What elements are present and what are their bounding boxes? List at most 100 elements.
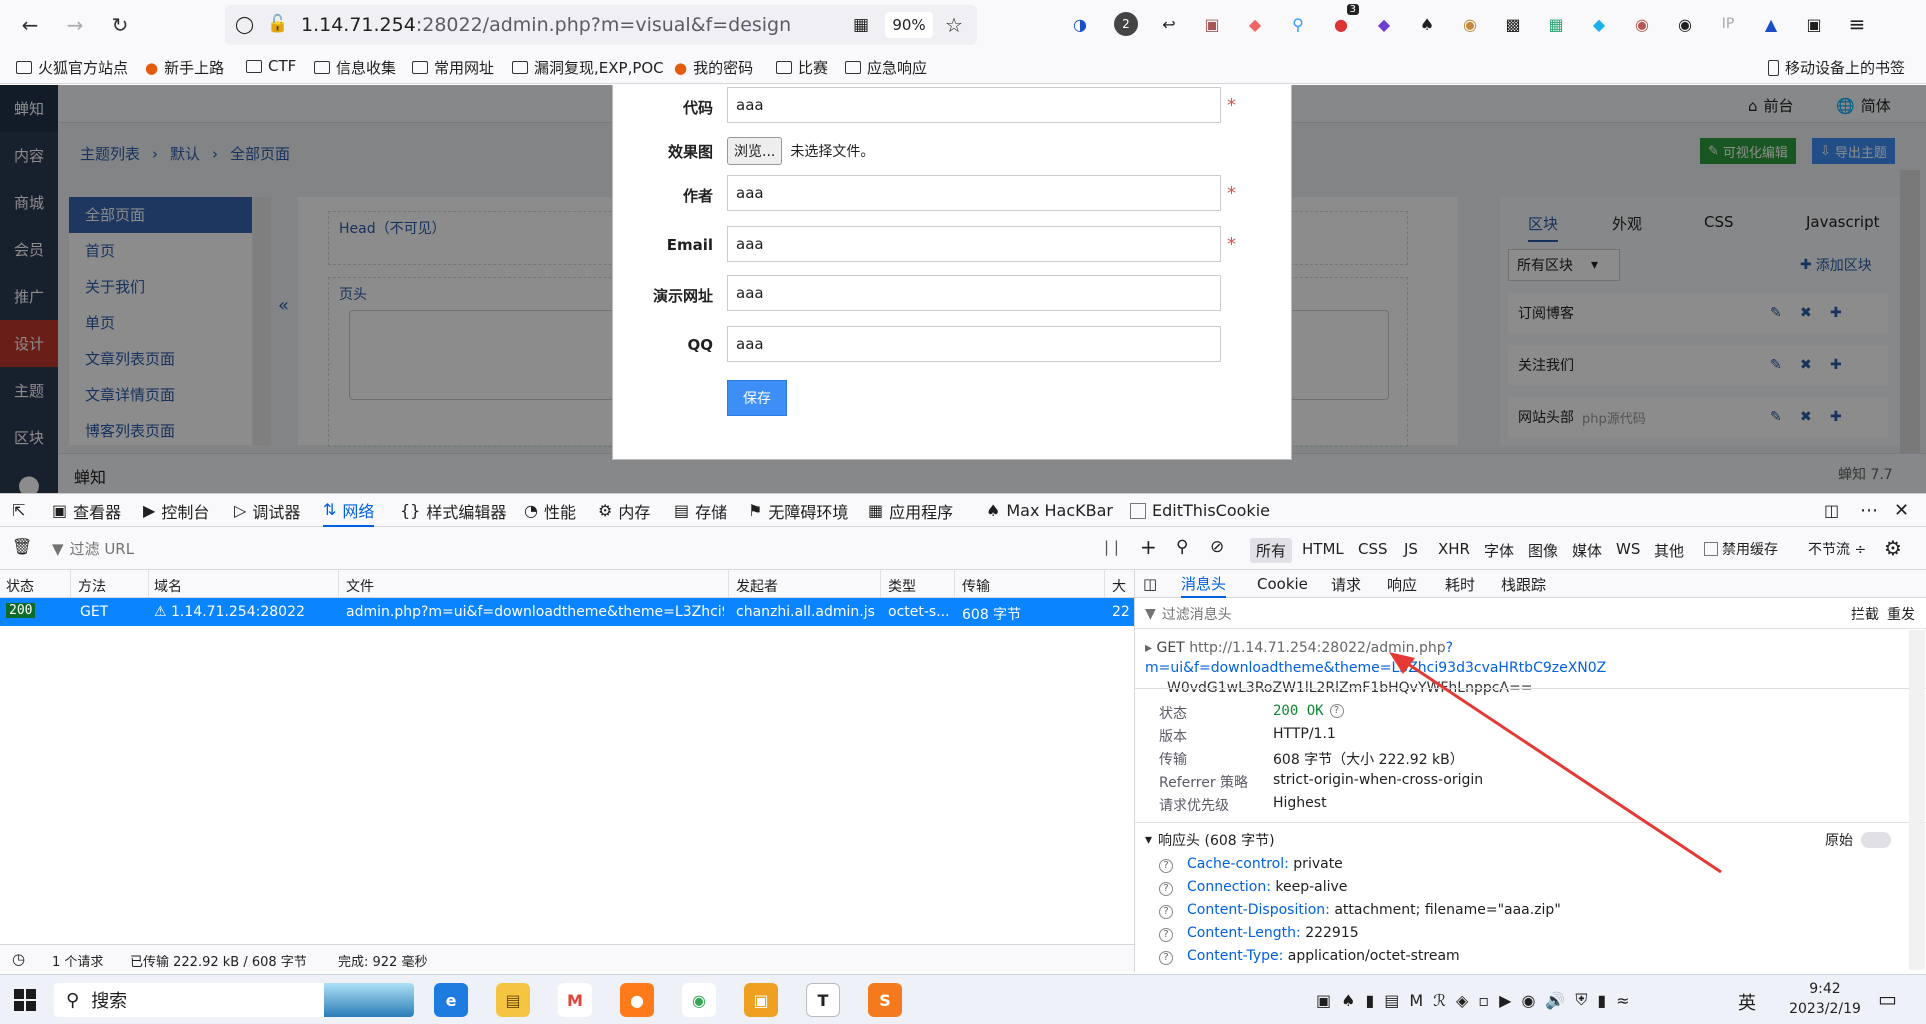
filter-url-input[interactable]: ▼ 过滤 URL <box>52 538 134 559</box>
tab-console[interactable]: ▶ 控制台 <box>143 494 209 527</box>
shield-icon[interactable]: ◯ <box>235 15 254 35</box>
response-header-row[interactable]: ? Connection: keep-alive <box>1159 879 1347 896</box>
search-icon[interactable]: ⚲ <box>1176 537 1188 557</box>
wifi-icon[interactable]: ≈ <box>1616 991 1629 1010</box>
tray-video-icon[interactable]: ▶ <box>1499 991 1511 1010</box>
ime-indicator[interactable]: 英 <box>1738 989 1756 1015</box>
url-bar[interactable]: ◯ 🔓 1.14.71.254:28022/admin.php?m=visual… <box>225 5 977 45</box>
column-domain[interactable]: 域名 <box>154 576 182 596</box>
detail-scrollbar[interactable] <box>1909 630 1925 970</box>
battery-icon[interactable]: ▮ <box>1597 991 1606 1010</box>
tray-cat-icon[interactable]: ♠ <box>1341 991 1355 1010</box>
response-header-row[interactable]: ? Content-Type: application/octet-stream <box>1159 948 1460 965</box>
type-filter-other[interactable]: 其他 <box>1648 538 1690 563</box>
sidebar-toggle-icon[interactable]: ◫ <box>1143 570 1157 598</box>
type-filter-all[interactable]: 所有 <box>1250 538 1293 563</box>
tab-accessibility[interactable]: ⚑ 无障碍环境 <box>748 494 848 527</box>
tab-style-editor[interactable]: {} 样式编辑器 <box>400 494 506 527</box>
zoom-level[interactable]: 90% <box>885 12 933 38</box>
back-arrow-icon[interactable]: ← <box>16 11 44 39</box>
tab-request[interactable]: 请求 <box>1331 570 1361 598</box>
extension-moon-icon[interactable]: ◑ <box>1068 12 1092 36</box>
bookmark-item[interactable]: 漏洞复现,EXP,POC <box>512 57 664 78</box>
virtualbox-icon[interactable]: ▣ <box>744 983 778 1017</box>
qq-field[interactable]: aaa <box>727 326 1221 362</box>
type-filter-css[interactable]: CSS <box>1352 538 1394 560</box>
qr-code-icon[interactable]: ▦ <box>853 15 869 35</box>
gear-icon[interactable]: ⚙ <box>1884 536 1902 560</box>
bookmark-item[interactable]: 常用网址 <box>412 57 494 78</box>
tab-editthiscookie[interactable]: EditThisCookie <box>1130 494 1270 527</box>
gmail-icon[interactable]: M <box>558 983 592 1017</box>
code-field[interactable]: aaa <box>727 87 1221 123</box>
typora-icon[interactable]: T <box>806 983 840 1017</box>
file-explorer-icon[interactable]: ▤ <box>496 983 530 1017</box>
extension-ip-icon[interactable]: IP <box>1716 12 1740 36</box>
browse-button[interactable]: 浏览... <box>727 137 783 165</box>
tab-storage[interactable]: ▤ 存储 <box>674 494 727 527</box>
bookmark-item[interactable]: 应急响应 <box>845 57 927 78</box>
help-icon[interactable]: ? <box>1329 704 1344 718</box>
extensions-puzzle-icon[interactable]: ▣ <box>1802 12 1826 36</box>
tray-gmail-icon[interactable]: M <box>1409 991 1423 1010</box>
extension-avatar-icon[interactable]: ◉ <box>1630 12 1654 36</box>
bookmark-item[interactable]: CTF <box>246 57 296 75</box>
extension-mask-icon[interactable]: ▩ <box>1501 12 1525 36</box>
block-icon[interactable]: ⊘ <box>1210 537 1224 557</box>
response-header-row[interactable]: ? Cache-control: private <box>1159 856 1343 873</box>
tab-max-hackbar[interactable]: ♠ Max HacKBar <box>986 494 1113 527</box>
tab-performance[interactable]: ◔ 性能 <box>524 494 576 527</box>
demo-url-field[interactable]: aaa <box>727 275 1221 311</box>
type-filter-ws[interactable]: WS <box>1610 538 1646 560</box>
block-button[interactable]: 拦截 <box>1851 604 1879 624</box>
menu-hamburger-icon[interactable]: ≡ <box>1845 12 1869 36</box>
tab-cookie[interactable]: Cookie <box>1257 570 1308 598</box>
chrome-icon[interactable]: ◉ <box>682 983 716 1017</box>
column-method[interactable]: 方法 <box>78 576 106 596</box>
url-text[interactable]: 1.14.71.254:28022/admin.php?m=visual&f=d… <box>301 14 791 36</box>
toggle-switch[interactable] <box>1861 832 1891 848</box>
column-transferred[interactable]: 传输 <box>962 576 990 596</box>
table-row[interactable]: 200 GET ⚠ 1.14.71.254:28022 admin.php?m=… <box>0 598 1134 626</box>
sublime-text-icon[interactable]: S <box>868 983 902 1017</box>
insecure-lock-icon[interactable]: 🔓 <box>267 14 288 34</box>
type-filter-image[interactable]: 图像 <box>1522 538 1564 563</box>
save-button[interactable]: 保存 <box>727 380 787 416</box>
extension-cookie-icon[interactable]: ◉ <box>1458 12 1482 36</box>
tray-folder-icon[interactable]: ▤ <box>1384 991 1399 1010</box>
tab-stack-trace[interactable]: 栈跟踪 <box>1501 570 1546 598</box>
extension-spy-icon[interactable]: ♠ <box>1415 12 1439 36</box>
clock[interactable]: 9:42 2023/2/19 <box>1780 979 1870 1019</box>
notification-icon[interactable]: ▭ <box>1878 987 1897 1011</box>
tab-response[interactable]: 响应 <box>1387 570 1417 598</box>
author-field[interactable]: aaa <box>727 175 1221 211</box>
resend-button[interactable]: 重发 <box>1887 604 1915 624</box>
security-shield-icon[interactable]: ⛨ <box>1575 990 1587 1010</box>
response-header-row[interactable]: ? Content-Length: 222915 <box>1159 925 1359 942</box>
tray-share-icon[interactable]: ◈ <box>1456 991 1468 1010</box>
extension-code-icon[interactable]: ▦ <box>1544 12 1568 36</box>
more-options-icon[interactable]: ⋯ <box>1860 494 1878 527</box>
column-size[interactable]: 大 <box>1112 576 1126 596</box>
firefox-taskbar-icon[interactable]: ● <box>620 983 654 1017</box>
bookmark-item[interactable]: ● 我的密码 <box>674 57 753 78</box>
help-icon[interactable]: ? <box>1159 905 1173 919</box>
extension-cookie-badge-icon[interactable]: ● 3 <box>1329 4 1359 36</box>
column-file[interactable]: 文件 <box>346 576 374 596</box>
extension-badge-icon[interactable]: 2 <box>1114 12 1138 36</box>
forward-arrow-icon[interactable]: → <box>61 11 89 39</box>
taskbar-search[interactable]: ⚲ 搜索 <box>54 983 414 1017</box>
tray-clipboard-icon[interactable]: ▫ <box>1478 991 1489 1010</box>
extension-cert-icon[interactable]: ▣ <box>1200 12 1224 36</box>
tab-inspector[interactable]: ▣ 查看器 <box>52 494 121 527</box>
tray-app-icon[interactable]: ▣ <box>1316 991 1331 1010</box>
extension-pin-icon[interactable]: ◆ <box>1243 12 1267 36</box>
trash-icon[interactable]: 🗑 <box>12 537 32 556</box>
edge-browser-icon[interactable]: e <box>434 983 468 1017</box>
bookmark-item[interactable]: ● 新手上路 <box>145 57 224 78</box>
column-status[interactable]: 状态 <box>6 576 34 596</box>
mobile-bookmarks[interactable]: 移动设备上的书签 <box>1768 57 1905 78</box>
extension-diamond-icon[interactable]: ◆ <box>1372 12 1396 36</box>
extension-circle-icon[interactable]: ◉ <box>1673 12 1697 36</box>
tray-l-icon[interactable]: ▮ <box>1365 991 1374 1010</box>
